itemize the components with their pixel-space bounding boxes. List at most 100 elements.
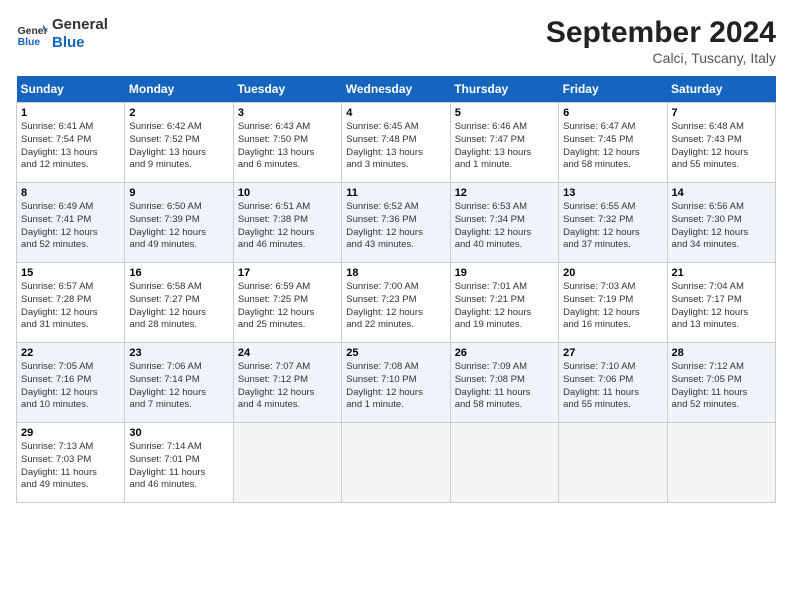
day-number: 13 (563, 187, 662, 199)
calendar-week-2: 8 Sunrise: 6:49 AM Sunset: 7:41 PM Daylig… (17, 183, 776, 263)
weekday-header-sunday: Sunday (17, 76, 125, 103)
calendar-week-4: 22 Sunrise: 7:05 AM Sunset: 7:16 PM Dayli… (17, 343, 776, 423)
weekday-header-wednesday: Wednesday (342, 76, 450, 103)
day-info: Sunrise: 7:00 AM Sunset: 7:23 PM Dayligh… (346, 281, 445, 332)
day-info: Sunrise: 6:42 AM Sunset: 7:52 PM Dayligh… (129, 121, 228, 172)
day-info: Sunrise: 6:55 AM Sunset: 7:32 PM Dayligh… (563, 201, 662, 252)
month-title: September 2024 (546, 16, 776, 50)
day-number: 24 (238, 347, 337, 359)
day-number: 3 (238, 107, 337, 119)
calendar-cell: 22 Sunrise: 7:05 AM Sunset: 7:16 PM Dayli… (17, 343, 125, 423)
calendar-cell: 27Sunrise: 7:10 AM Sunset: 7:06 PM Dayli… (559, 343, 667, 423)
day-number: 22 (21, 347, 120, 359)
day-number: 26 (455, 347, 554, 359)
day-info: Sunrise: 6:46 AM Sunset: 7:47 PM Dayligh… (455, 121, 554, 172)
calendar-cell (450, 423, 558, 503)
day-info: Sunrise: 6:58 AM Sunset: 7:27 PM Dayligh… (129, 281, 228, 332)
calendar-week-1: 1 Sunrise: 6:41 AM Sunset: 7:54 PM Daylig… (17, 103, 776, 183)
calendar-cell: 8 Sunrise: 6:49 AM Sunset: 7:41 PM Daylig… (17, 183, 125, 263)
calendar-cell: 30 Sunrise: 7:14 AM Sunset: 7:01 PM Dayli… (125, 423, 233, 503)
day-number: 23 (129, 347, 228, 359)
day-info: Sunrise: 6:48 AM Sunset: 7:43 PM Dayligh… (672, 121, 771, 172)
day-number: 20 (563, 267, 662, 279)
calendar-cell: 2 Sunrise: 6:42 AM Sunset: 7:52 PM Daylig… (125, 103, 233, 183)
calendar-week-3: 15 Sunrise: 6:57 AM Sunset: 7:28 PM Dayli… (17, 263, 776, 343)
calendar-cell: 4Sunrise: 6:45 AM Sunset: 7:48 PM Daylig… (342, 103, 450, 183)
calendar-cell: 21 Sunrise: 7:04 AM Sunset: 7:17 PM Dayli… (667, 263, 775, 343)
calendar-cell: 5 Sunrise: 6:46 AM Sunset: 7:47 PM Daylig… (450, 103, 558, 183)
logo: General Blue General Blue (16, 16, 108, 52)
weekday-header-thursday: Thursday (450, 76, 558, 103)
title-block: September 2024 Calci, Tuscany, Italy (546, 16, 776, 66)
calendar-cell: 9 Sunrise: 6:50 AM Sunset: 7:39 PM Daylig… (125, 183, 233, 263)
calendar-cell: 14 Sunrise: 6:56 AM Sunset: 7:30 PM Dayli… (667, 183, 775, 263)
day-number: 9 (129, 187, 228, 199)
day-number: 7 (672, 107, 771, 119)
day-number: 30 (129, 427, 228, 439)
calendar-cell: 25Sunrise: 7:08 AM Sunset: 7:10 PM Dayli… (342, 343, 450, 423)
day-number: 15 (21, 267, 120, 279)
location-label: Calci, Tuscany, Italy (546, 50, 776, 66)
day-number: 4 (346, 107, 445, 119)
day-number: 10 (238, 187, 337, 199)
calendar-cell: 10Sunrise: 6:51 AM Sunset: 7:38 PM Dayli… (233, 183, 341, 263)
day-number: 5 (455, 107, 554, 119)
calendar-cell (342, 423, 450, 503)
day-info: Sunrise: 7:14 AM Sunset: 7:01 PM Dayligh… (129, 441, 228, 492)
calendar-cell: 20Sunrise: 7:03 AM Sunset: 7:19 PM Dayli… (559, 263, 667, 343)
day-info: Sunrise: 6:43 AM Sunset: 7:50 PM Dayligh… (238, 121, 337, 172)
day-number: 16 (129, 267, 228, 279)
calendar-cell: 17Sunrise: 6:59 AM Sunset: 7:25 PM Dayli… (233, 263, 341, 343)
page-header: General Blue General Blue September 2024… (16, 16, 776, 66)
weekday-header-saturday: Saturday (667, 76, 775, 103)
weekday-header-monday: Monday (125, 76, 233, 103)
calendar-cell: 24 Sunrise: 7:07 AM Sunset: 7:12 PM Dayli… (233, 343, 341, 423)
calendar-cell: 23Sunrise: 7:06 AM Sunset: 7:14 PM Dayli… (125, 343, 233, 423)
day-number: 19 (455, 267, 554, 279)
day-info: Sunrise: 6:50 AM Sunset: 7:39 PM Dayligh… (129, 201, 228, 252)
weekday-header-friday: Friday (559, 76, 667, 103)
calendar-cell: 12Sunrise: 6:53 AM Sunset: 7:34 PM Dayli… (450, 183, 558, 263)
weekday-header-row: SundayMondayTuesdayWednesdayThursdayFrid… (17, 76, 776, 103)
day-number: 25 (346, 347, 445, 359)
svg-text:Blue: Blue (18, 37, 41, 48)
weekday-header-tuesday: Tuesday (233, 76, 341, 103)
calendar-cell (233, 423, 341, 503)
calendar-table: SundayMondayTuesdayWednesdayThursdayFrid… (16, 76, 776, 503)
day-info: Sunrise: 7:04 AM Sunset: 7:17 PM Dayligh… (672, 281, 771, 332)
calendar-week-5: 29Sunrise: 7:13 AM Sunset: 7:03 PM Dayli… (17, 423, 776, 503)
day-number: 28 (672, 347, 771, 359)
day-info: Sunrise: 7:12 AM Sunset: 7:05 PM Dayligh… (672, 361, 771, 412)
day-info: Sunrise: 6:56 AM Sunset: 7:30 PM Dayligh… (672, 201, 771, 252)
calendar-cell: 3 Sunrise: 6:43 AM Sunset: 7:50 PM Daylig… (233, 103, 341, 183)
day-info: Sunrise: 7:01 AM Sunset: 7:21 PM Dayligh… (455, 281, 554, 332)
calendar-cell (559, 423, 667, 503)
logo-icon: General Blue (16, 18, 48, 50)
calendar-cell: 13 Sunrise: 6:55 AM Sunset: 7:32 PM Dayli… (559, 183, 667, 263)
day-number: 29 (21, 427, 120, 439)
day-number: 11 (346, 187, 445, 199)
logo-text: General Blue (52, 16, 108, 52)
day-number: 17 (238, 267, 337, 279)
calendar-cell: 15 Sunrise: 6:57 AM Sunset: 7:28 PM Dayli… (17, 263, 125, 343)
day-number: 27 (563, 347, 662, 359)
day-number: 1 (21, 107, 120, 119)
day-number: 14 (672, 187, 771, 199)
day-info: Sunrise: 6:52 AM Sunset: 7:36 PM Dayligh… (346, 201, 445, 252)
day-info: Sunrise: 7:05 AM Sunset: 7:16 PM Dayligh… (21, 361, 120, 412)
day-info: Sunrise: 6:57 AM Sunset: 7:28 PM Dayligh… (21, 281, 120, 332)
calendar-cell: 16 Sunrise: 6:58 AM Sunset: 7:27 PM Dayli… (125, 263, 233, 343)
calendar-cell: 29Sunrise: 7:13 AM Sunset: 7:03 PM Dayli… (17, 423, 125, 503)
day-info: Sunrise: 7:07 AM Sunset: 7:12 PM Dayligh… (238, 361, 337, 412)
day-info: Sunrise: 6:49 AM Sunset: 7:41 PM Dayligh… (21, 201, 120, 252)
day-number: 2 (129, 107, 228, 119)
day-info: Sunrise: 7:09 AM Sunset: 7:08 PM Dayligh… (455, 361, 554, 412)
day-number: 21 (672, 267, 771, 279)
calendar-cell: 7 Sunrise: 6:48 AM Sunset: 7:43 PM Daylig… (667, 103, 775, 183)
calendar-cell: 19 Sunrise: 7:01 AM Sunset: 7:21 PM Dayli… (450, 263, 558, 343)
day-info: Sunrise: 6:47 AM Sunset: 7:45 PM Dayligh… (563, 121, 662, 172)
calendar-cell: 18Sunrise: 7:00 AM Sunset: 7:23 PM Dayli… (342, 263, 450, 343)
calendar-cell: 28 Sunrise: 7:12 AM Sunset: 7:05 PM Dayli… (667, 343, 775, 423)
day-info: Sunrise: 6:41 AM Sunset: 7:54 PM Dayligh… (21, 121, 120, 172)
day-number: 8 (21, 187, 120, 199)
